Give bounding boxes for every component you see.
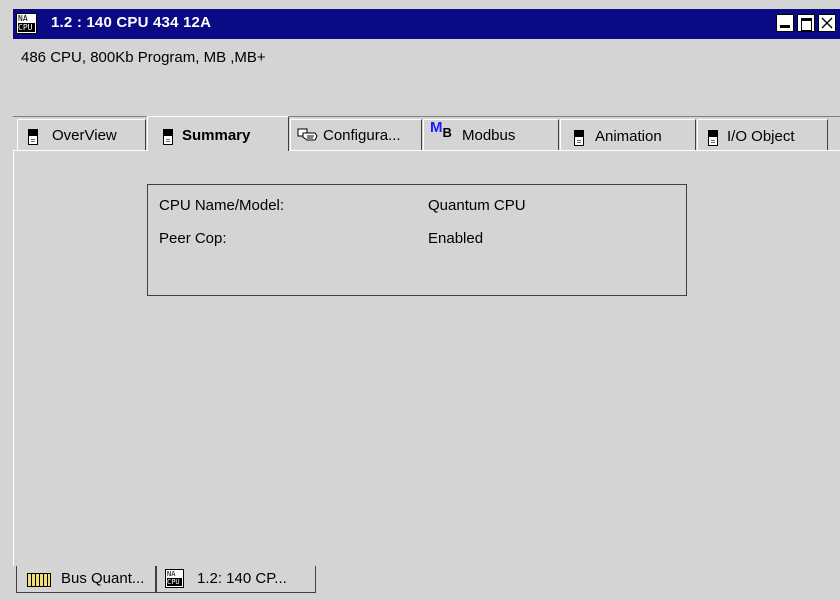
module-icon bbox=[28, 129, 38, 145]
cpu-name-label: CPU Name/Model: bbox=[159, 197, 285, 214]
close-button[interactable] bbox=[818, 14, 836, 32]
tab-label: Configura... bbox=[323, 127, 401, 144]
modbus-mb-icon: MB bbox=[430, 119, 452, 140]
cpu-icon: NA CPU bbox=[165, 569, 184, 588]
window-tab-label: Bus Quant... bbox=[61, 570, 145, 587]
tab-label: OverView bbox=[52, 127, 117, 144]
tab-configuration[interactable]: Configura... bbox=[290, 119, 422, 150]
module-icon bbox=[163, 129, 173, 145]
tab-label: I/O Object bbox=[727, 128, 795, 145]
cpu-icon-bottom-label: CPU bbox=[167, 578, 182, 586]
tab-label: Summary bbox=[182, 127, 251, 144]
tab-label: Animation bbox=[595, 128, 662, 145]
cpu-name-value: Quantum CPU bbox=[428, 197, 526, 214]
minimize-button[interactable] bbox=[776, 14, 794, 32]
window-tab-label: 1.2: 140 CP... bbox=[197, 570, 287, 587]
module-icon bbox=[708, 130, 718, 146]
peer-cop-value: Enabled bbox=[428, 230, 484, 247]
module-icon bbox=[574, 130, 584, 146]
tab-animation[interactable]: Animation bbox=[560, 119, 696, 150]
summary-box: CPU Name/Model: Quantum CPU Peer Cop: En… bbox=[147, 184, 687, 296]
maximize-button[interactable] bbox=[797, 14, 815, 32]
tab-label: Modbus bbox=[462, 127, 516, 144]
modbus-icon-b: B bbox=[442, 125, 452, 140]
window-title: 1.2 : 140 CPU 434 12A bbox=[51, 14, 212, 31]
tab-summary[interactable]: Summary bbox=[147, 116, 289, 151]
window-tab-bar: Bus Quant... NA CPU 1.2: 140 CP... bbox=[13, 566, 840, 600]
app-window: NA CPU 1.2 : 140 CPU 434 12A 486 CPU, 80… bbox=[0, 0, 840, 600]
cpu-icon-top-label: NA bbox=[18, 14, 28, 23]
window-tab-bus-quantum[interactable]: Bus Quant... bbox=[16, 566, 156, 593]
cpu-icon-bottom-label: CPU bbox=[18, 23, 35, 32]
rack-icon bbox=[27, 573, 51, 587]
tab-overview[interactable]: OverView bbox=[17, 119, 146, 150]
title-bar[interactable]: NA CPU 1.2 : 140 CPU 434 12A bbox=[13, 9, 840, 39]
modbus-icon-m: M bbox=[430, 119, 443, 136]
cpu-icon-top-label: NA bbox=[167, 570, 176, 578]
tab-io-object[interactable]: I/O Object bbox=[697, 119, 828, 150]
module-description-panel: 486 CPU, 800Kb Program, MB ,MB+ bbox=[13, 39, 840, 117]
close-icon bbox=[818, 14, 836, 32]
cpu-module-icon[interactable]: NA CPU bbox=[16, 13, 37, 34]
module-description: 486 CPU, 800Kb Program, MB ,MB+ bbox=[21, 49, 266, 66]
window-tab-cpu[interactable]: NA CPU 1.2: 140 CP... bbox=[156, 566, 316, 593]
tab-modbus[interactable]: MB Modbus bbox=[423, 119, 559, 150]
configure-hand-icon bbox=[297, 127, 319, 147]
peer-cop-label: Peer Cop: bbox=[159, 230, 227, 247]
